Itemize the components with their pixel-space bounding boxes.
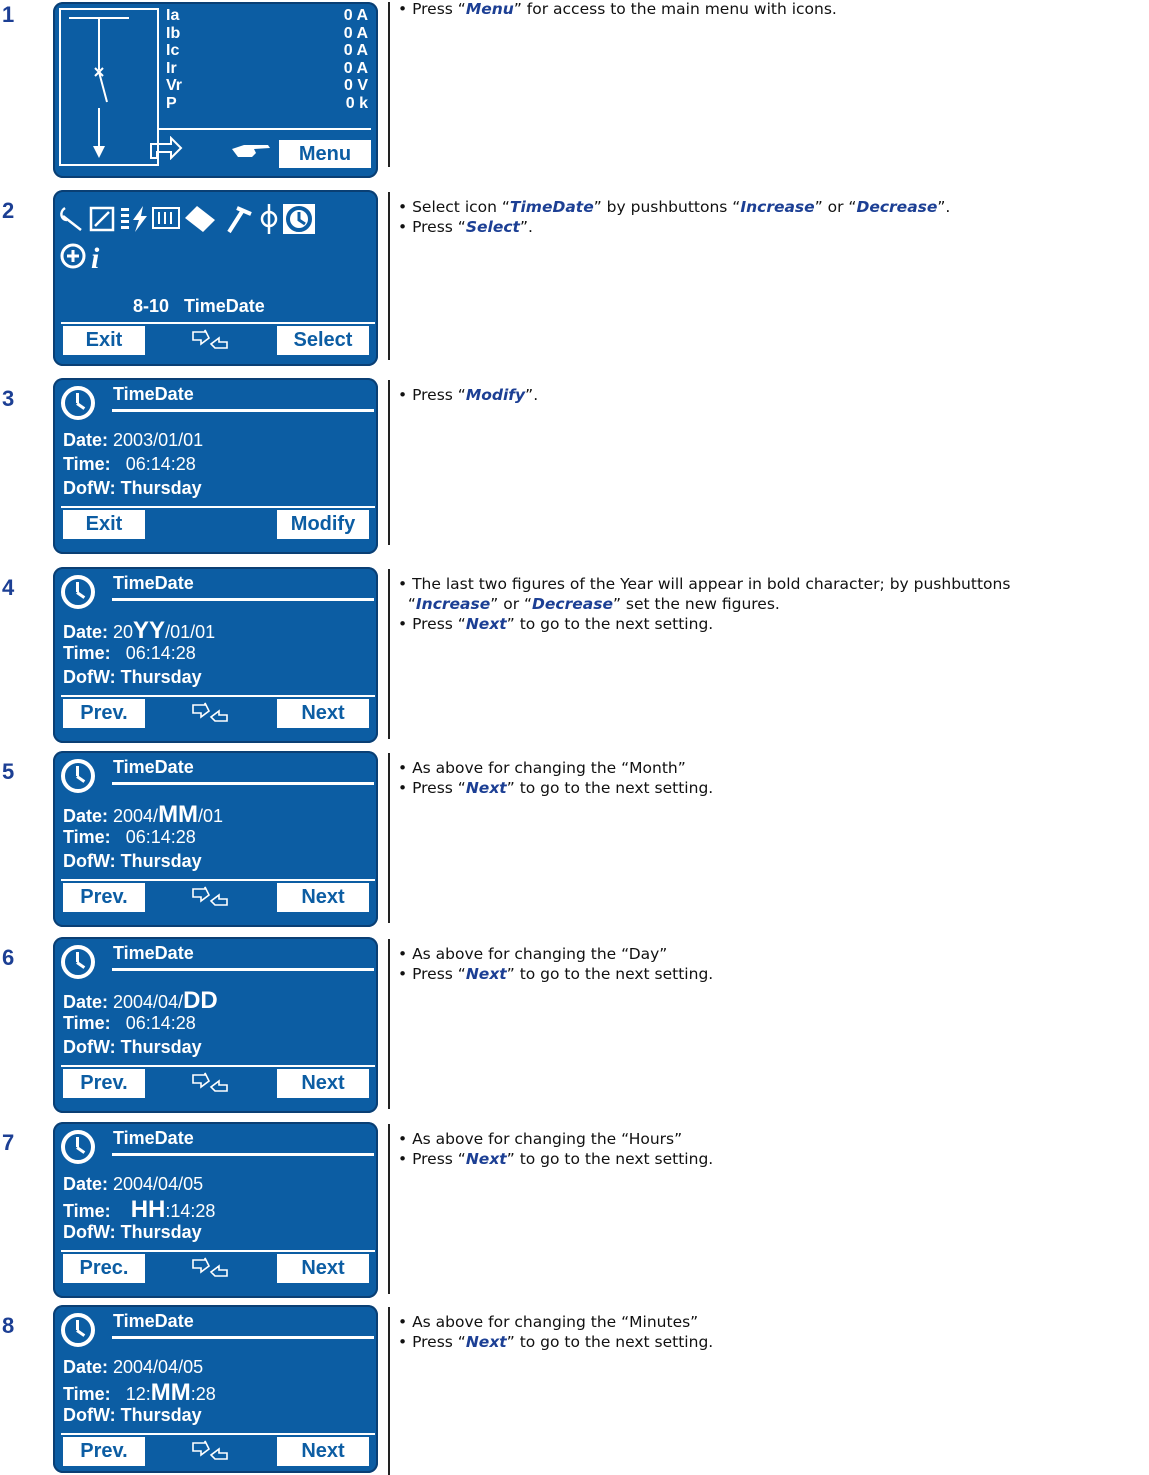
clock-icon — [61, 575, 95, 609]
display-icon — [152, 207, 180, 229]
divider — [388, 1307, 390, 1475]
select-button[interactable]: Select — [277, 326, 369, 355]
clock-icon — [61, 1313, 95, 1347]
up-down-arrows-icon — [192, 1257, 228, 1277]
label-ib: Ib — [166, 24, 181, 42]
step-1-description: • Press “Menu” for access to the main me… — [398, 0, 837, 18]
prev-button[interactable]: Prev. — [63, 1069, 145, 1098]
next-button[interactable]: Next — [277, 1069, 369, 1098]
arrow-right-icon — [150, 136, 183, 160]
up-down-arrows-icon — [192, 1440, 228, 1460]
step-number: 5 — [2, 759, 15, 784]
value-ic: 0 A — [343, 42, 368, 59]
step-number: 3 — [2, 386, 15, 411]
prev-button[interactable]: Prev. — [63, 883, 145, 912]
clock-icon — [61, 386, 95, 420]
next-button[interactable]: Next — [277, 883, 369, 912]
step-6-description: • As above for changing the “Day” • Pres… — [398, 945, 714, 983]
clock-icon — [61, 945, 95, 979]
divider — [388, 192, 390, 360]
sensor-icon — [260, 204, 278, 234]
step-4-description: • The last two figures of the Year will … — [398, 575, 1011, 633]
plus-circle-icon — [60, 243, 86, 269]
step-1: 1 Ia Ib Ic Ir Vr P 0 A 0 A 0 A 0 A 0 V 0… — [0, 0, 1149, 185]
value-ib: 0 A — [343, 24, 368, 42]
lcd-screen-day: TimeDate Date: 2004/04/DD Time: 06:14:28… — [53, 937, 378, 1113]
step-7-description: • As above for changing the “Hours” • Pr… — [398, 1130, 714, 1168]
keyword-menu: Menu — [465, 0, 514, 18]
step-5: 5 TimeDate Date: 2004/MM/01 Time: 06:14:… — [0, 751, 1149, 931]
menu-icons-row: i — [60, 204, 315, 275]
screen-title: TimeDate — [113, 384, 194, 404]
label-ir: Ir — [166, 59, 177, 77]
divider — [388, 569, 390, 739]
clock-icon-selected — [283, 204, 315, 234]
pointing-hand-icon — [232, 145, 270, 157]
lcd-screen-measurements: Ia Ib Ic Ir Vr P 0 A 0 A 0 A 0 A 0 V 0 k… — [53, 2, 378, 178]
value-p: 0 k — [345, 94, 368, 112]
exit-button[interactable]: Exit — [63, 510, 145, 539]
clock-icon — [61, 1130, 95, 1164]
wrench-icon — [60, 206, 82, 231]
value-ia: 0 A — [343, 7, 368, 24]
value-ir: 0 A — [343, 59, 368, 77]
step-number: 1 — [2, 2, 15, 27]
exit-button[interactable]: Exit — [63, 326, 145, 355]
info-icon: i — [91, 242, 100, 275]
next-button[interactable]: Next — [277, 1254, 369, 1283]
up-down-arrows-icon — [192, 329, 228, 349]
divider — [388, 380, 390, 545]
step-number: 7 — [2, 1130, 15, 1155]
lcd-screen-month: TimeDate Date: 2004/MM/01 Time: 06:14:28… — [53, 751, 378, 927]
modify-button[interactable]: Modify — [277, 510, 369, 539]
meter-icon — [89, 206, 115, 232]
step-8-description: • As above for changing the “Minutes” • … — [398, 1313, 714, 1351]
up-down-arrows-icon — [192, 702, 228, 722]
divider — [388, 2, 390, 167]
step-number: 8 — [2, 1313, 15, 1338]
lcd-screen-menu-icons: i 8-10 TimeDate Exit Select — [53, 190, 378, 366]
step-6: 6 TimeDate Date: 2004/04/DD Time: 06:14:… — [0, 937, 1149, 1117]
label-p: P — [166, 94, 177, 112]
divider — [388, 1124, 390, 1294]
step-2: 2 i 8-10 TimeDate Exit Select • Select i… — [0, 190, 1149, 375]
hammer-icon — [227, 206, 252, 234]
lcd-screen-year: TimeDate Date: 20YY/01/01 Time: 06:14:28… — [53, 567, 378, 743]
value-vr: 0 V — [343, 77, 368, 94]
step-number: 6 — [2, 945, 15, 970]
menu-button[interactable]: Menu — [279, 140, 371, 168]
breaker-diagram-icon — [59, 8, 159, 166]
clock-icon — [61, 759, 95, 793]
prev-button[interactable]: Prev. — [63, 699, 145, 728]
next-button[interactable]: Next — [277, 1437, 369, 1466]
bolt-icon — [133, 206, 147, 232]
step-number: 4 — [2, 575, 15, 600]
diskette-icon — [185, 206, 215, 232]
step-4: 4 TimeDate Date: 20YY/01/01 Time: 06:14:… — [0, 567, 1149, 747]
lcd-screen-timedate: TimeDate Date: 2003/01/01 Time: 06:14:28… — [53, 378, 378, 554]
label-ia: Ia — [166, 7, 180, 24]
prev-button[interactable]: Prev. — [63, 1437, 145, 1466]
up-down-arrows-icon — [192, 886, 228, 906]
divider — [388, 939, 390, 1109]
step-5-description: • As above for changing the “Month” • Pr… — [398, 759, 714, 797]
step-3: 3 TimeDate Date: 2003/01/01 Time: 06:14:… — [0, 378, 1149, 558]
next-button[interactable]: Next — [277, 699, 369, 728]
step-number: 2 — [2, 198, 15, 223]
label-vr: Vr — [166, 77, 183, 94]
divider — [388, 753, 390, 923]
up-down-arrows-icon — [192, 1072, 228, 1092]
label-ic: Ic — [166, 42, 180, 59]
lcd-screen-hours: TimeDate Date: 2004/04/05 Time: HH:14:28… — [53, 1122, 378, 1298]
step-8: 8 TimeDate Date: 2004/04/05 Time: 12:MM:… — [0, 1305, 1149, 1475]
bars-icon — [121, 208, 129, 229]
prec-button[interactable]: Prec. — [63, 1254, 145, 1283]
lcd-screen-minutes: TimeDate Date: 2004/04/05 Time: 12:MM:28… — [53, 1305, 378, 1473]
step-7: 7 TimeDate Date: 2004/04/05 Time: HH:14:… — [0, 1122, 1149, 1302]
menu-caption: 8-10 TimeDate — [133, 296, 265, 316]
step-3-description: • Press “Modify”. — [398, 386, 539, 404]
step-2-description: • Select icon “TimeDate” by pushbuttons … — [398, 198, 951, 236]
